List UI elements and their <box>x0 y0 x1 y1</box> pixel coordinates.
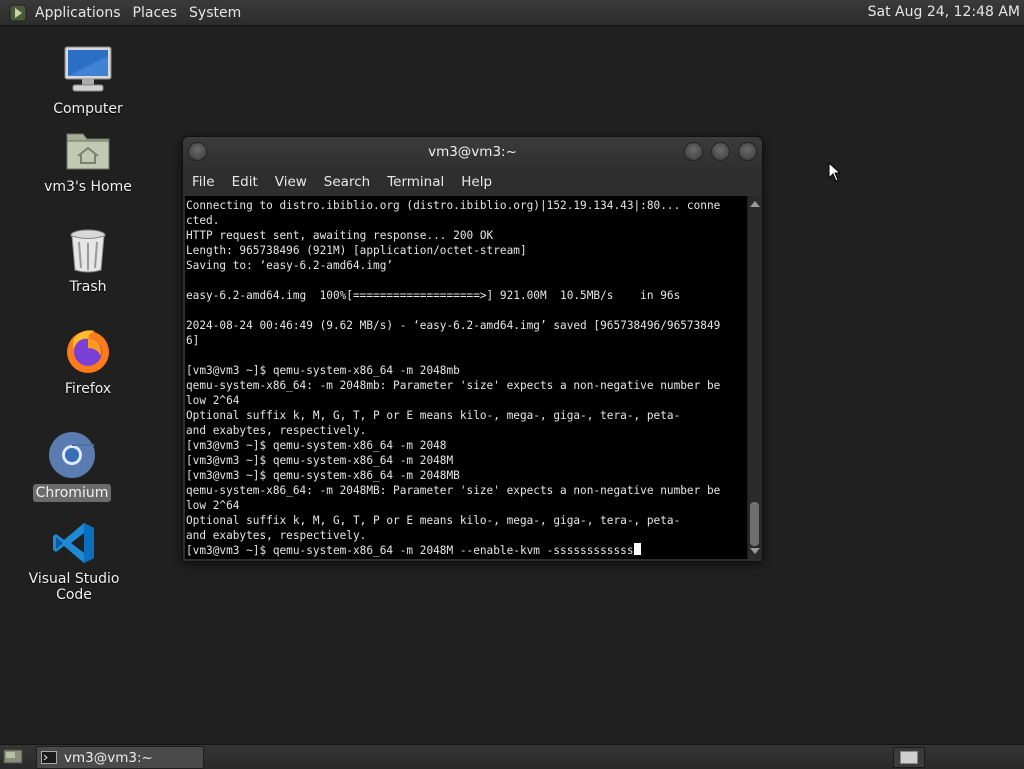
show-desktop-icon[interactable] <box>3 748 23 765</box>
desktop-icon-vscode[interactable]: Visual Studio Code <box>14 520 134 604</box>
terminal-line: Connecting to distro.ibiblio.org (distro… <box>186 199 721 212</box>
terminal-window[interactable]: vm3@vm3:~ File Edit View Search Terminal… <box>182 136 763 562</box>
desktop-icon-label: Trash <box>69 279 107 295</box>
terminal-app-icon <box>41 751 57 764</box>
terminal-line: [vm3@vm3 ~]$ qemu-system-x86_64 -m 2048 <box>186 439 447 452</box>
terminal-line: Length: 965738496 (921M) [application/oc… <box>186 244 527 257</box>
menu-terminal[interactable]: Terminal <box>378 174 452 190</box>
terminal-line: and exabytes, respectively. <box>186 424 367 437</box>
menu-applications[interactable]: Applications <box>29 5 127 21</box>
minimize-button[interactable] <box>684 142 703 161</box>
desktop-icon-computer[interactable]: Computer <box>28 44 148 118</box>
desktop-icon-home[interactable]: vm3's Home <box>28 126 148 196</box>
menu-search[interactable]: Search <box>315 174 378 190</box>
desktop-icon-label: vm3's Home <box>44 179 132 195</box>
menu-places[interactable]: Places <box>127 5 184 21</box>
desktop-icon-label: Firefox <box>64 381 112 397</box>
window-titlebar[interactable]: vm3@vm3:~ <box>183 137 762 168</box>
terminal-line: qemu-system-x86_64: -m 2048MB: Parameter… <box>186 484 721 497</box>
close-button[interactable] <box>738 142 757 161</box>
scroll-up-arrow-icon[interactable] <box>750 201 760 207</box>
menu-help[interactable]: Help <box>452 174 500 190</box>
taskbar-window-label: vm3@vm3:~ <box>64 749 153 766</box>
firefox-icon <box>67 330 109 373</box>
desktop-icon-label: Visual Studio Code <box>28 571 120 603</box>
applications-logo-icon[interactable] <box>9 4 27 22</box>
desktop-icon-label: Chromium <box>32 484 112 502</box>
desktop-icon-trash[interactable]: Trash <box>28 226 148 296</box>
terminal-line: low 2^64 <box>186 499 240 512</box>
computer-icon <box>64 46 112 92</box>
scrollbar-thumb[interactable] <box>750 502 759 546</box>
terminal-output[interactable]: Connecting to distro.ibiblio.org (distro… <box>185 196 747 559</box>
terminal-line: low 2^64 <box>186 394 240 407</box>
workspace-switcher[interactable] <box>893 747 925 768</box>
desktop-icon-firefox[interactable]: Firefox <box>28 326 148 398</box>
menu-file[interactable]: File <box>183 174 223 190</box>
panel-clock[interactable]: Sat Aug 24, 12:48 AM <box>868 4 1020 20</box>
terminal-line: cted. <box>186 214 220 227</box>
terminal-line: and exabytes, respectively. <box>186 529 367 542</box>
home-folder-icon <box>66 133 110 170</box>
taskbar-window-button[interactable]: vm3@vm3:~ <box>36 746 204 769</box>
terminal-prompt-input[interactable]: [vm3@vm3 ~]$ qemu-system-x86_64 -m 2048M… <box>186 544 634 557</box>
bottom-panel: vm3@vm3:~ <box>0 744 1024 769</box>
terminal-line: [vm3@vm3 ~]$ qemu-system-x86_64 -m 2048M… <box>186 469 460 482</box>
terminal-line: easy-6.2-amd64.img 100%[================… <box>186 289 681 302</box>
terminal-line: 2024-08-24 00:46:49 (9.62 MB/s) - ‘easy-… <box>186 319 721 332</box>
mouse-pointer-icon <box>828 162 842 182</box>
scroll-down-arrow-icon[interactable] <box>750 548 760 554</box>
menu-view[interactable]: View <box>266 174 315 190</box>
window-title: vm3@vm3:~ <box>428 144 517 160</box>
terminal-scrollbar[interactable] <box>747 196 762 559</box>
terminal-line: Saving to: ‘easy-6.2-amd64.img’ <box>186 259 394 272</box>
terminal-text: Connecting to distro.ibiblio.org (distro… <box>185 196 747 558</box>
maximize-button[interactable] <box>711 142 730 161</box>
terminal-line: Optional suffix k, M, G, T, P or E means… <box>186 409 681 422</box>
chromium-icon <box>49 432 95 478</box>
desktop-icon-label: Computer <box>53 101 123 117</box>
menu-edit[interactable]: Edit <box>223 174 266 190</box>
terminal-line: Optional suffix k, M, G, T, P or E means… <box>186 514 681 527</box>
top-panel: Applications Places System Sat Aug 24, 1… <box>0 0 1024 26</box>
terminal-line: HTTP request sent, awaiting response... … <box>186 229 494 242</box>
terminal-line: 6] <box>186 334 200 347</box>
terminal-line: qemu-system-x86_64: -m 2048mb: Parameter… <box>186 379 721 392</box>
trash-icon <box>70 229 106 273</box>
terminal-menubar: File Edit View Search Terminal Help <box>183 168 762 196</box>
text-cursor <box>633 543 641 555</box>
terminal-line: [vm3@vm3 ~]$ qemu-system-x86_64 -m 2048m… <box>186 364 460 377</box>
workspace-1[interactable] <box>900 751 918 764</box>
vscode-icon <box>53 523 94 563</box>
menu-system[interactable]: System <box>183 5 247 21</box>
terminal-line: [vm3@vm3 ~]$ qemu-system-x86_64 -m 2048M <box>186 454 454 467</box>
desktop-icon-chromium[interactable]: Chromium <box>12 430 132 502</box>
